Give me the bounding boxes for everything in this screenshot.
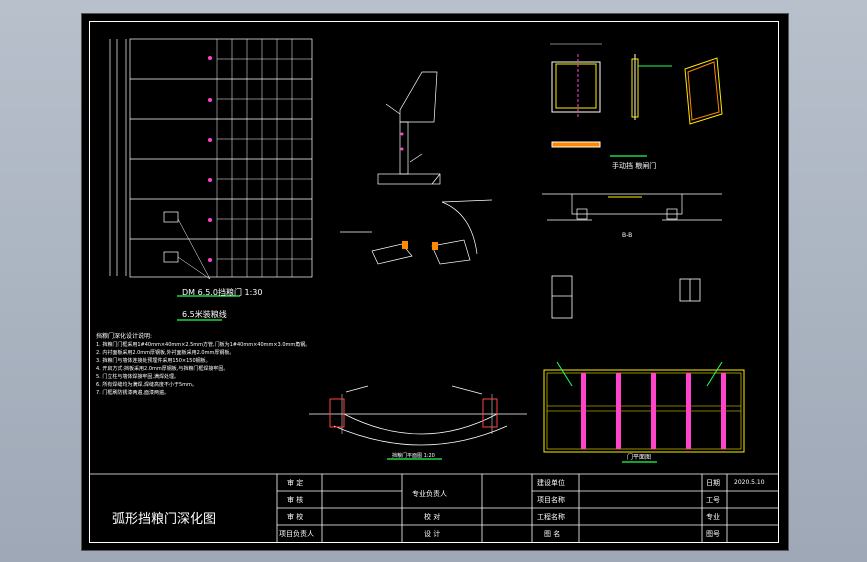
arc-posts — [329, 398, 498, 428]
tb-zhuanye-fuzeren: 专业负责人 — [412, 490, 447, 498]
tb-riqi-label: 日期 — [706, 479, 720, 487]
note-line: 挡粮门深化设计说明: — [96, 333, 153, 340]
tb-xiangmu-mingcheng: 项目名称 — [537, 496, 565, 504]
note-line: 4. 开启方式:挡板采用2.0mm厚钢板,与挡粮门框焊接牢固。 — [96, 366, 229, 372]
tb-jiaodui: 校 对 — [424, 513, 441, 521]
tb-zhuanye-label: 专业 — [706, 513, 720, 521]
tb-jianshe-danwei: 建设单位 — [537, 479, 565, 487]
note-line: 1. 挡粮门门框采用1#40mm×40mm×2.5mm方管,门板为1#40mm×… — [96, 342, 311, 348]
section-bb — [542, 193, 722, 221]
tb-shen-ding: 审 定 — [287, 479, 304, 487]
note-line: 5. 门立柱与墙体焊接牢固,满焊处理。 — [96, 374, 179, 380]
wall-section — [377, 71, 441, 185]
tb-gongcheng-mingcheng: 工程名称 — [537, 513, 565, 521]
note-line: 2. 内衬面板采用2.0mm厚钢板,外衬面板采用2.0mm厚钢板。 — [96, 350, 235, 356]
arc-caption: 挡粮门平面图 1:20 — [392, 453, 435, 459]
tb-shen-jiao: 审 校 — [287, 513, 304, 521]
door-caption: DM 6.5.0挡粮门 1:30 — [182, 288, 263, 297]
door-elevation — [109, 38, 313, 321]
door-panel-side — [631, 54, 672, 120]
arc-plan — [309, 385, 527, 446]
door-panel-iso — [684, 57, 723, 125]
bottom-plan-caption: 门平面图 — [627, 454, 652, 461]
tb-shen-he: 审 核 — [287, 496, 304, 504]
note-line: 6. 所有焊缝均为满焊,焊缝高度不小于5mm。 — [96, 382, 197, 388]
tb-sheji: 设 计 — [424, 530, 441, 538]
door-subcaption: 6.5米装粮线 — [182, 310, 227, 319]
bottom-plan — [543, 361, 745, 463]
design-notes: 挡粮门深化设计说明: 1. 挡粮门门框采用1#40mm×40mm×2.5mm方管… — [96, 334, 316, 399]
section-label: B-B — [622, 232, 633, 239]
tb-xiangmu-fuzeren: 项目负责人 — [279, 530, 314, 538]
note-line: 7. 门框刷防锈漆两遍,面漆两遍。 — [96, 390, 169, 396]
door-panel-front — [550, 43, 602, 118]
corner-details — [340, 199, 493, 265]
tb-tuhao-label: 图号 — [706, 530, 720, 538]
tb-tu-ming: 图 名 — [544, 530, 561, 538]
tb-riqi-value: 2020.5.10 — [734, 479, 765, 486]
hand-door-label: 手动挡 粮闸门 — [612, 162, 657, 170]
drawing-sheet: DM 6.5.0挡粮门 1:30 6.5米装粮线 手动挡 粮闸门 B-B 挡粮门… — [81, 13, 789, 551]
hinge-details — [551, 275, 701, 319]
drawing-title: 弧形挡粮门深化图 — [112, 512, 217, 527]
note-line: 3. 挡粮门与墙体连接处预埋件采用150×150钢板。 — [96, 358, 211, 364]
tb-gonghao-label: 工号 — [706, 496, 720, 504]
cad-drawing — [89, 38, 779, 543]
